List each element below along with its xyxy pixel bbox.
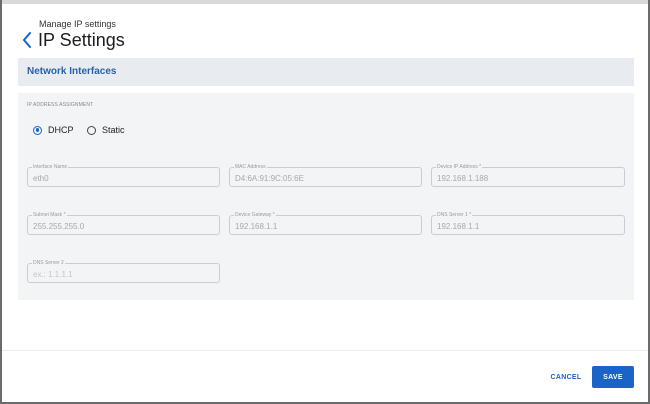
subnet-mask-value: 255.255.255.0	[33, 222, 85, 231]
breadcrumb: Manage IP settings	[39, 19, 116, 29]
mac-address-label: MAC Address	[234, 164, 267, 171]
mac-address-field[interactable]: MAC Address D4:6A:91:9C:05:6E	[229, 164, 422, 187]
device-ip-label: Device IP Address *	[436, 164, 483, 171]
device-ip-value: 192.168.1.188	[437, 174, 489, 183]
save-button[interactable]: SAVE	[592, 366, 634, 388]
dns-server-1-label: DNS Server 1 *	[436, 212, 473, 219]
back-button[interactable]	[19, 31, 35, 49]
section-title: Network Interfaces	[27, 66, 117, 77]
interface-name-field[interactable]: Interface Name eth0	[27, 164, 220, 187]
mac-address-value: D4:6A:91:9C:05:6E	[235, 174, 304, 183]
device-gateway-label: Device Gateway *	[234, 212, 276, 219]
dns-server-2-field[interactable]: DNS Server 2 ex.: 1.1.1.1	[27, 260, 220, 283]
subnet-mask-field[interactable]: Subnet Mask * 255.255.255.0	[27, 212, 220, 235]
dns-server-1-field[interactable]: DNS Server 1 * 192.168.1.1	[431, 212, 625, 235]
device-ip-field[interactable]: Device IP Address * 192.168.1.188	[431, 164, 625, 187]
interface-name-label: Interface Name	[32, 164, 69, 171]
dns-server-2-placeholder: ex.: 1.1.1.1	[33, 270, 73, 279]
page-title: IP Settings	[38, 30, 125, 50]
cancel-button[interactable]: CANCEL	[543, 367, 589, 387]
interface-name-value: eth0	[33, 174, 49, 183]
dns-server-1-value: 192.168.1.1	[437, 222, 480, 231]
chevron-left-icon	[22, 32, 32, 48]
device-gateway-field[interactable]: Device Gateway * 192.168.1.1	[229, 212, 422, 235]
device-gateway-value: 192.168.1.1	[235, 222, 278, 231]
window-left-border	[0, 0, 2, 404]
dns-server-2-label: DNS Server 2	[32, 260, 65, 267]
section-header: Network Interfaces	[18, 58, 634, 86]
static-radio[interactable]: Static	[87, 124, 125, 136]
radio-checked-icon	[33, 125, 42, 135]
subnet-mask-label: Subnet Mask *	[32, 212, 67, 219]
radio-unchecked-icon	[87, 125, 96, 135]
dhcp-radio-label: DHCP	[48, 125, 74, 135]
dhcp-radio[interactable]: DHCP	[33, 124, 74, 136]
ip-assignment-label: IP ADDRESS ASSIGNMENT	[27, 102, 94, 108]
static-radio-label: Static	[102, 125, 125, 135]
window-top-border	[0, 0, 650, 4]
footer-divider	[2, 350, 648, 351]
